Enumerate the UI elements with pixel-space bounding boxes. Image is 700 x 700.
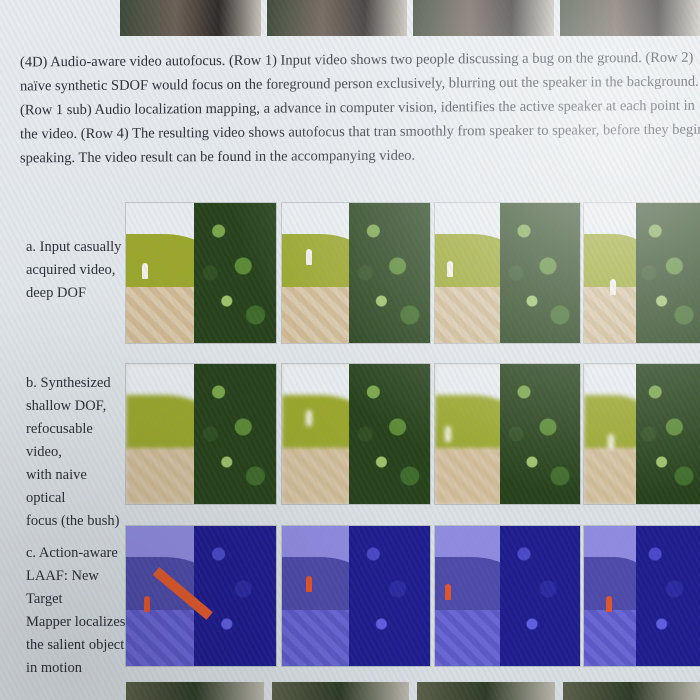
video-frame	[435, 203, 580, 343]
bottom-frame	[562, 682, 700, 700]
bottom-frame	[126, 682, 264, 700]
figure-caption: (4D) Audio-aware video autofocus. (Row 1…	[20, 49, 700, 167]
top-frame	[413, 0, 554, 36]
row-label-a: a. Input casually acquired video, deep D…	[26, 239, 122, 301]
video-frame	[282, 203, 430, 343]
bottom-frame-strip	[126, 682, 700, 700]
top-frame	[120, 0, 261, 36]
video-frame	[126, 203, 276, 343]
video-frame	[126, 364, 276, 504]
row-label-c: c. Action-aware LAAF: New Target Mapper …	[26, 545, 126, 676]
video-frame	[282, 364, 430, 504]
bottom-frame	[271, 682, 409, 700]
video-frame	[435, 526, 580, 666]
video-frame	[584, 203, 700, 343]
top-frame	[559, 0, 700, 36]
photo-of-monitor: (4D) Audio-aware video autofocus. (Row 1…	[0, 0, 700, 700]
video-frame	[584, 526, 700, 666]
video-frame	[435, 364, 580, 504]
top-frame-strip	[120, 0, 700, 36]
video-frame	[282, 526, 430, 666]
bottom-frame	[417, 682, 555, 700]
video-frame	[126, 526, 276, 666]
top-frame	[266, 0, 407, 36]
video-frame	[584, 364, 700, 504]
row-label-b: b. Synthesized shallow DOF, refocusable …	[26, 375, 120, 529]
